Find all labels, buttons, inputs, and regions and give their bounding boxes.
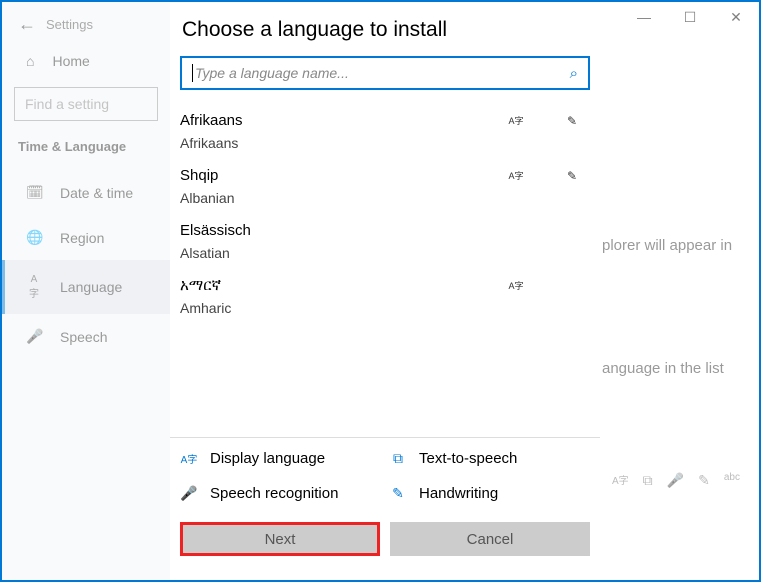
legend-label: Speech recognition	[210, 485, 338, 502]
language-item-afrikaans[interactable]: Afrikaans A字 ✎ Afrikaans	[180, 104, 600, 159]
legend-speech: 🎤 Speech recognition	[180, 485, 381, 502]
display-language-icon: A字	[508, 114, 524, 128]
language-list[interactable]: Afrikaans A字 ✎ Afrikaans Shqip A字 ✎ Alba	[180, 104, 600, 437]
language-native-name: Shqip	[180, 167, 508, 184]
display-language-icon: A字	[508, 279, 524, 292]
microphone-icon: 🎤	[180, 485, 198, 502]
handwriting-icon: ✎	[389, 485, 407, 502]
next-button[interactable]: Next	[180, 522, 380, 556]
language-native-name: አማርኛ	[180, 277, 508, 294]
language-english-name: Albanian	[180, 190, 600, 206]
language-english-name: Alsatian	[180, 245, 600, 261]
tts-icon: ⧉	[389, 450, 407, 467]
handwriting-icon	[564, 279, 580, 292]
language-item-alsatian[interactable]: Elsässisch Alsatian	[180, 214, 600, 269]
legend-label: Handwriting	[419, 485, 498, 502]
dialog-title: Choose a language to install	[170, 4, 600, 56]
display-language-icon: A字	[180, 451, 198, 466]
legend-handwriting: ✎ Handwriting	[389, 485, 590, 502]
dialog-buttons: Next Cancel	[170, 510, 600, 564]
language-item-amharic[interactable]: አማርኛ A字 Amharic	[180, 269, 600, 324]
cancel-button[interactable]: Cancel	[390, 522, 590, 556]
legend-label: Display language	[210, 450, 325, 467]
handwriting-icon: ✎	[564, 169, 580, 183]
legend: A字 Display language ⧉ Text-to-speech 🎤 S…	[170, 437, 600, 510]
display-language-icon: A字	[508, 169, 524, 183]
language-english-name: Amharic	[180, 300, 600, 316]
handwriting-icon: ✎	[564, 114, 580, 128]
language-search-input[interactable]	[195, 65, 570, 81]
settings-window: — ☐ ✕ ← Settings ⌂ Home Find a setting T…	[0, 0, 761, 582]
language-native-name: Elsässisch	[180, 222, 580, 239]
language-search-box[interactable]: ⌕	[180, 56, 590, 90]
language-english-name: Afrikaans	[180, 135, 600, 151]
search-icon[interactable]: ⌕	[570, 65, 578, 82]
legend-display: A字 Display language	[180, 450, 381, 467]
language-native-name: Afrikaans	[180, 112, 508, 129]
legend-tts: ⧉ Text-to-speech	[389, 450, 590, 467]
choose-language-dialog: Choose a language to install ⌕ Afrikaans…	[170, 4, 600, 564]
legend-label: Text-to-speech	[419, 450, 517, 467]
language-item-albanian[interactable]: Shqip A字 ✎ Albanian	[180, 159, 600, 214]
caret	[192, 64, 193, 82]
